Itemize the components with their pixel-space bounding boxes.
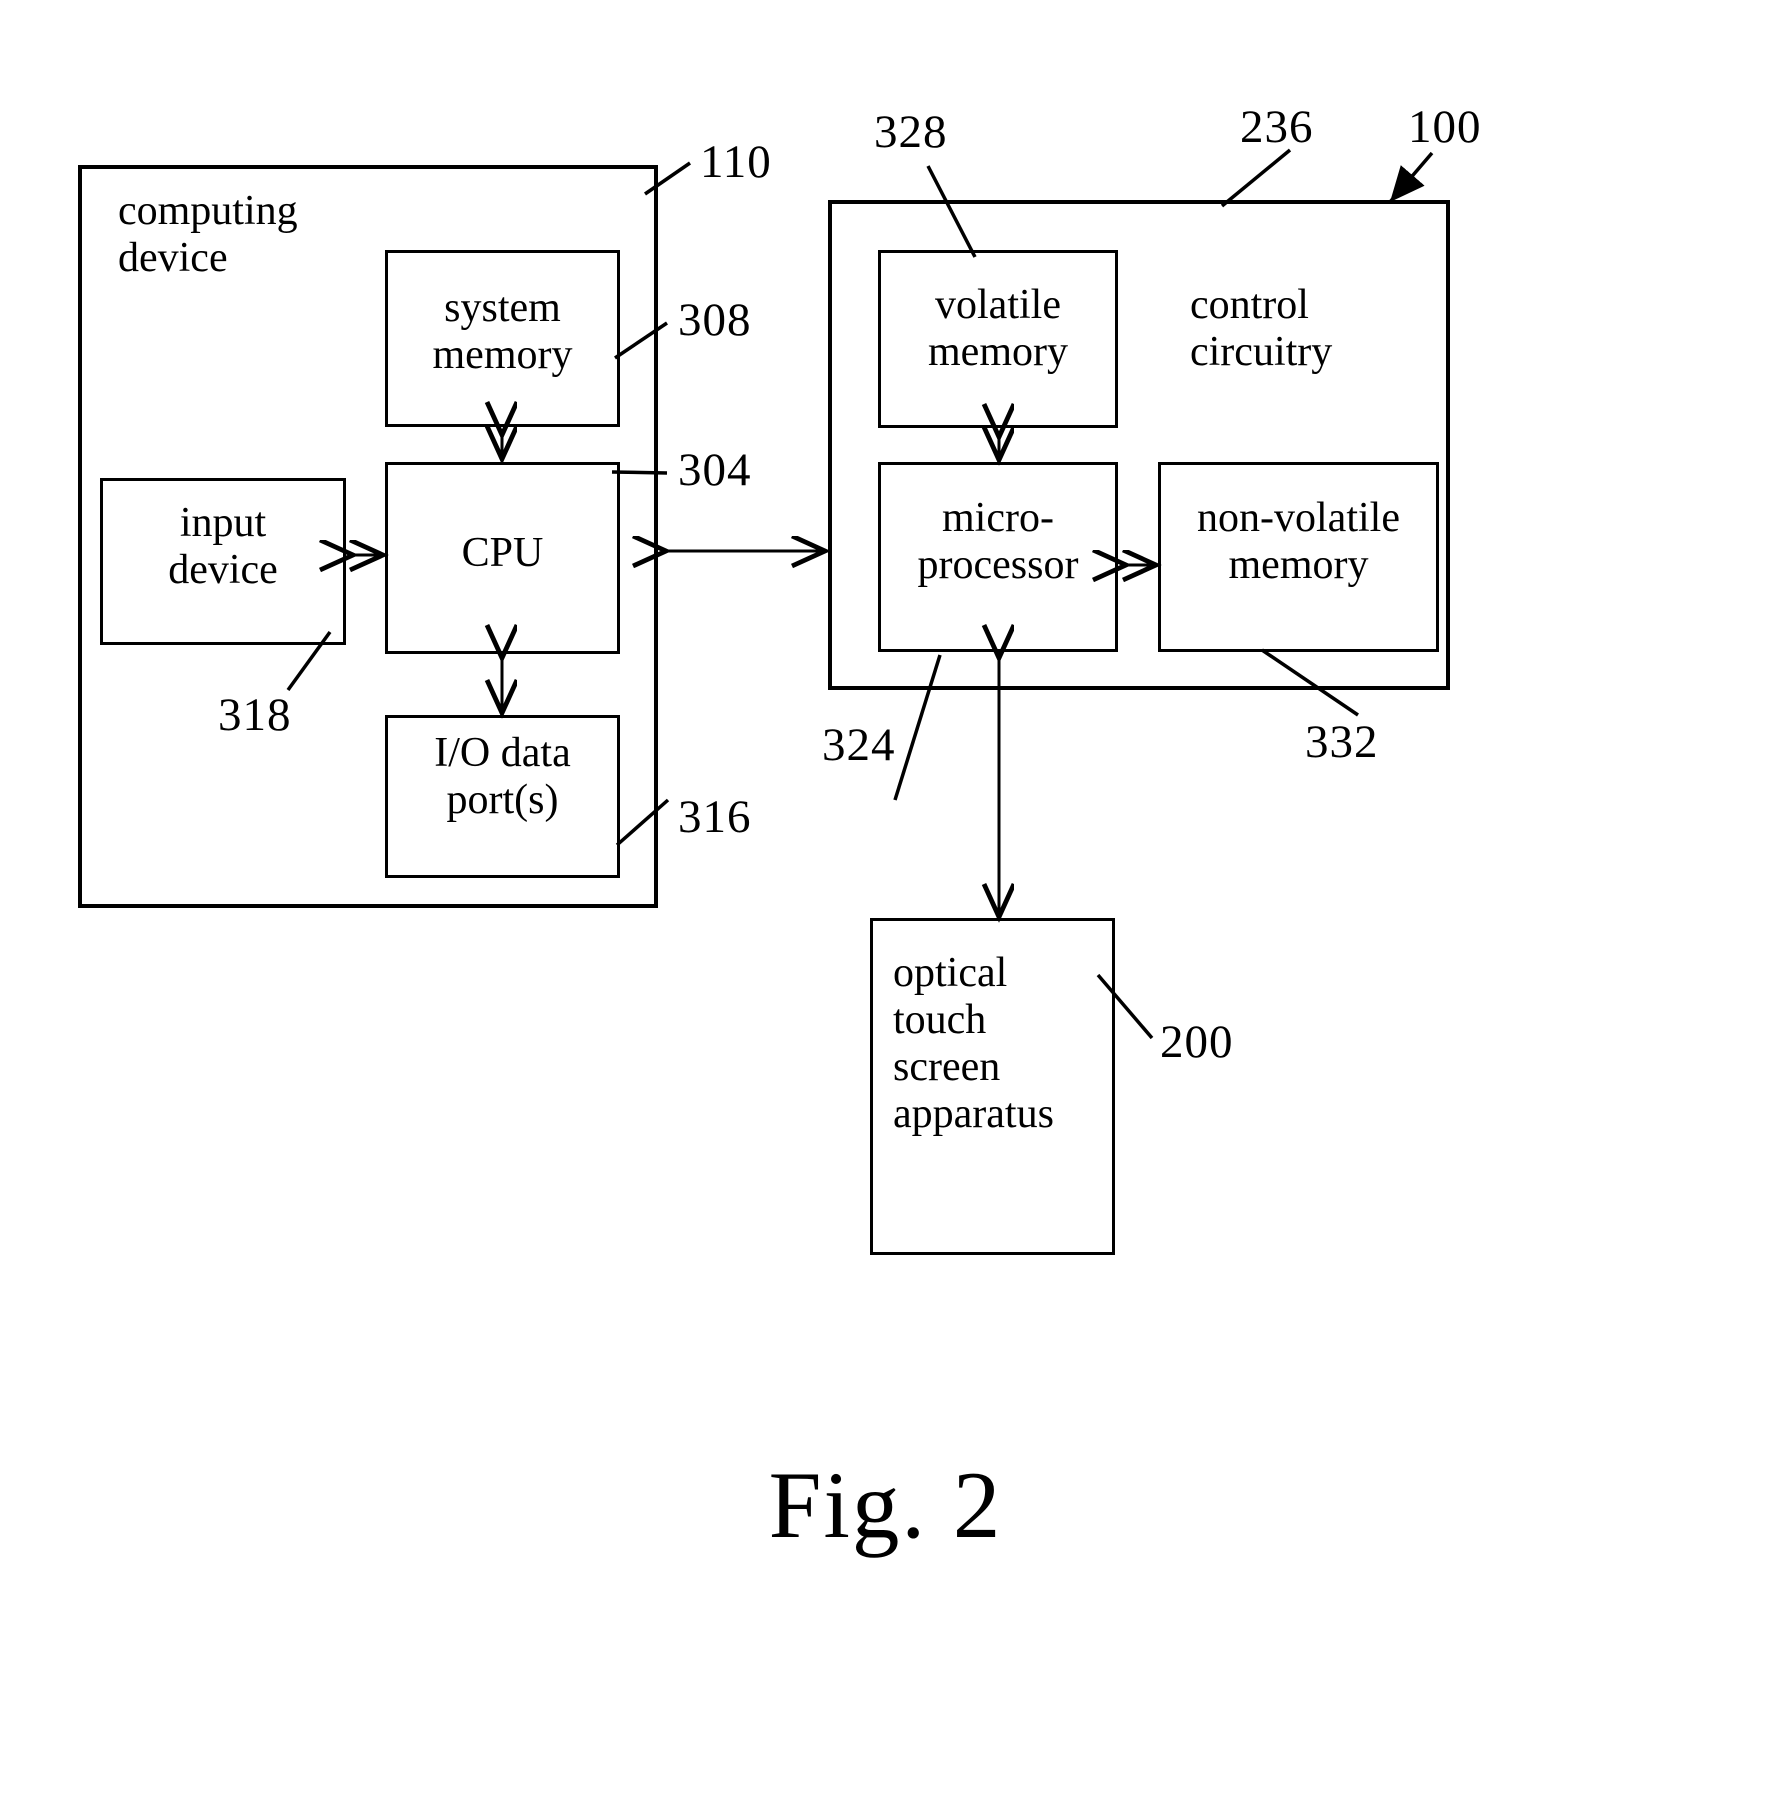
leader-236 xyxy=(1220,148,1292,208)
ref-200: 200 xyxy=(1160,1016,1234,1068)
leader-100 xyxy=(1388,151,1434,204)
ref-110: 110 xyxy=(700,136,772,188)
optical-touch-screen-label: optical touch screen apparatus xyxy=(893,950,1054,1138)
ref-332: 332 xyxy=(1305,716,1379,768)
nonvolatile-memory-label: non-volatile memory xyxy=(1197,495,1400,589)
ref-324: 324 xyxy=(822,719,896,771)
figure-caption: Fig. 2 xyxy=(768,1452,1003,1558)
ref-304: 304 xyxy=(678,444,752,496)
ref-236: 236 xyxy=(1240,101,1314,153)
input-device-label: input device xyxy=(168,500,278,594)
io-data-ports-label: I/O data port(s) xyxy=(434,730,571,824)
patent-figure-page: computing device system memory input dev… xyxy=(0,0,1771,1793)
ref-318: 318 xyxy=(218,689,292,741)
ref-100: 100 xyxy=(1408,101,1482,153)
volatile-memory-label: volatile memory xyxy=(928,282,1068,376)
ref-328: 328 xyxy=(874,106,948,158)
system-memory-label: system memory xyxy=(432,285,573,379)
ref-316: 316 xyxy=(678,791,752,843)
ref-308: 308 xyxy=(678,294,752,346)
microprocessor-label: micro- processor xyxy=(917,495,1079,589)
cpu-label: CPU xyxy=(461,530,544,576)
control-circuitry-label: control circuitry xyxy=(1190,282,1333,376)
